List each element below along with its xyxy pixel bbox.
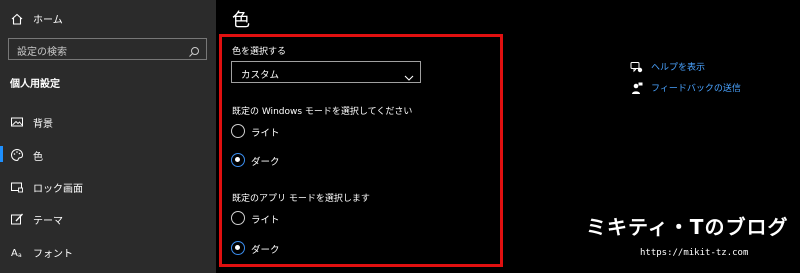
watermark-url: https://mikit-tz.com bbox=[640, 248, 749, 258]
sidebar-item-home[interactable]: ホーム bbox=[0, 8, 216, 30]
radio-label: ダーク bbox=[251, 157, 280, 168]
sidebar-item-font[interactable]: Aa フォント bbox=[0, 240, 216, 262]
choose-color-label: 色を選択する bbox=[232, 47, 287, 57]
app-mode-label: 既定のアプリ モードを選択します bbox=[232, 194, 370, 204]
home-icon bbox=[10, 11, 24, 25]
sidebar-item-label: 色 bbox=[33, 152, 43, 163]
windows-mode-light-option[interactable]: ライト bbox=[231, 124, 351, 140]
lock-screen-icon bbox=[10, 179, 24, 193]
sidebar-item-background[interactable]: 背景 bbox=[0, 110, 216, 132]
home-label: ホーム bbox=[33, 15, 63, 26]
chevron-down-icon bbox=[404, 68, 414, 81]
feedback-link[interactable]: フィードバックの送信 bbox=[630, 80, 790, 94]
search-input[interactable]: 設定の検索 bbox=[8, 38, 207, 60]
windows-mode-dark-option[interactable]: ダーク bbox=[231, 153, 351, 169]
dropdown-value: カスタム bbox=[241, 70, 280, 81]
theme-brush-icon bbox=[10, 211, 24, 225]
watermark-title: ミキティ・Tのブログ bbox=[586, 215, 789, 239]
sidebar: ホーム 設定の検索 個人用設定 背景 色 ロック画面 テーマ Aa フォント bbox=[0, 0, 216, 273]
page-title: 色 bbox=[232, 10, 250, 31]
sidebar-item-label: フォント bbox=[33, 249, 73, 260]
radio-label: ライト bbox=[251, 215, 280, 226]
image-icon bbox=[10, 114, 24, 128]
palette-icon bbox=[10, 147, 24, 162]
sidebar-item-lock-screen[interactable]: ロック画面 bbox=[0, 175, 216, 197]
radio-button[interactable] bbox=[231, 124, 245, 138]
search-placeholder: 設定の検索 bbox=[17, 47, 67, 58]
search-icon[interactable] bbox=[188, 43, 200, 57]
help-link-label: ヘルプを表示 bbox=[651, 63, 706, 73]
radio-label: ライト bbox=[251, 128, 280, 139]
sidebar-item-theme[interactable]: テーマ bbox=[0, 207, 216, 229]
app-mode-light-option[interactable]: ライト bbox=[231, 211, 351, 227]
sidebar-item-label: 背景 bbox=[33, 119, 53, 130]
font-icon: Aa bbox=[10, 244, 24, 259]
svg-text:a: a bbox=[18, 252, 22, 259]
feedback-icon bbox=[630, 80, 643, 94]
color-mode-dropdown[interactable]: カスタム bbox=[231, 61, 421, 83]
windows-mode-label: 既定の Windows モードを選択してください bbox=[232, 107, 413, 117]
sidebar-item-label: ロック画面 bbox=[33, 184, 83, 195]
help-chat-icon bbox=[630, 59, 643, 73]
radio-label: ダーク bbox=[251, 245, 280, 256]
help-link[interactable]: ヘルプを表示 bbox=[630, 59, 790, 73]
feedback-link-label: フィードバックの送信 bbox=[651, 84, 741, 94]
sidebar-item-color[interactable]: 色 bbox=[0, 143, 216, 165]
radio-button[interactable] bbox=[231, 211, 245, 225]
section-title: 個人用設定 bbox=[10, 79, 60, 90]
sidebar-item-label: テーマ bbox=[33, 216, 63, 227]
app-mode-dark-option[interactable]: ダーク bbox=[231, 241, 351, 257]
radio-button-selected[interactable] bbox=[231, 153, 245, 167]
radio-button-selected[interactable] bbox=[231, 241, 245, 255]
svg-text:A: A bbox=[11, 248, 18, 259]
